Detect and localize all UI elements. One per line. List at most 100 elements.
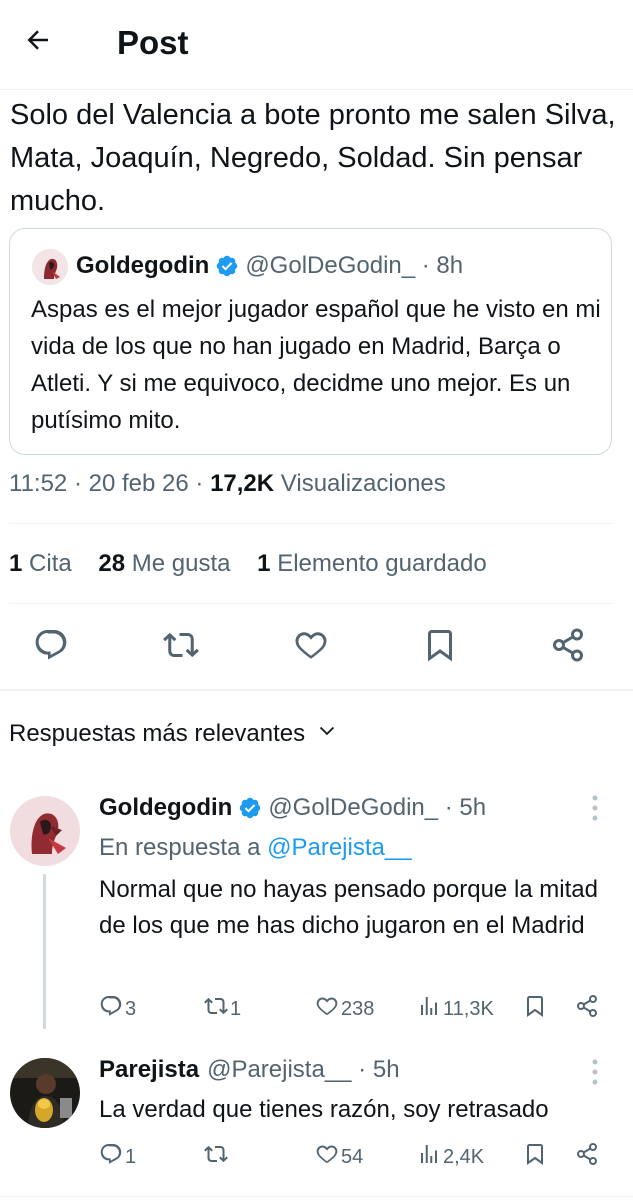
heart-icon <box>315 1142 341 1172</box>
like-button[interactable]: 54 <box>315 1140 363 1174</box>
reply-header: Goldegodin @GolDeGodin_ · 5h <box>99 794 486 822</box>
reply-count: 1 <box>125 1145 137 1168</box>
replying-prefix: En respuesta a <box>99 834 261 861</box>
quoted-text: Aspas es el mejor jugador español que he… <box>31 296 601 434</box>
views-icon <box>417 994 443 1024</box>
retweet-button[interactable]: 1 <box>204 992 241 1026</box>
views-button[interactable]: 2,4K <box>417 1140 484 1174</box>
separator-dot: · <box>195 470 211 497</box>
heart-icon <box>293 627 329 668</box>
avatar[interactable] <box>10 1058 80 1128</box>
share-icon <box>575 1142 601 1172</box>
back-button[interactable] <box>18 22 58 62</box>
reply-button[interactable]: 1 <box>99 1140 136 1174</box>
reply-text: Normal que no hayas pensado porque la mi… <box>99 876 598 939</box>
likes-count: 28 <box>98 550 126 577</box>
divider <box>9 523 612 524</box>
quotes-stat[interactable]: 1 Cita <box>9 550 72 577</box>
share-button[interactable] <box>575 1140 601 1174</box>
replying-to: En respuesta a @Parejista__ <box>99 834 412 862</box>
reply-icon <box>33 627 69 668</box>
reply-count: 3 <box>125 997 137 1020</box>
verified-badge-icon <box>215 254 239 278</box>
bookmark-button[interactable] <box>523 1140 549 1174</box>
quotes-count: 1 <box>9 550 23 577</box>
heart-icon <box>315 994 341 1024</box>
like-button[interactable] <box>289 625 333 669</box>
divider <box>0 1196 633 1197</box>
post-text: Solo del Valencia a bote pronto me salen… <box>10 99 616 217</box>
reply-icon <box>99 994 125 1024</box>
separator-dot: · <box>351 1056 373 1083</box>
post-time[interactable]: 11:52 <box>9 470 67 497</box>
quoted-header: Goldegodin @GolDeGodin_ · 8h <box>76 252 463 280</box>
post-date[interactable]: 20 feb 26 <box>89 470 189 497</box>
bookmark-icon <box>523 994 549 1024</box>
reply-action-bar: 3 1 238 11,3K <box>99 992 619 1026</box>
likes-label: Me gusta <box>131 550 231 577</box>
like-count: 238 <box>341 997 375 1020</box>
reply-time: 5h <box>372 1056 400 1083</box>
reply-item[interactable]: Goldegodin @GolDeGodin_ · 5h En respuest… <box>0 790 633 1030</box>
chevron-down-icon <box>305 720 337 748</box>
like-count: 54 <box>341 1145 364 1168</box>
reply-header: Parejista @Parejista__ · 5h <box>99 1056 400 1084</box>
reply-item[interactable]: Parejista @Parejista__ · 5h La verdad qu… <box>0 1052 633 1182</box>
quoted-time: 8h <box>436 252 464 279</box>
retweet-icon <box>163 627 199 668</box>
more-icon <box>591 794 599 827</box>
mention-link[interactable]: @Parejista__ <box>267 834 411 861</box>
view-count: 11,3K <box>443 997 494 1020</box>
reply-icon <box>99 1142 125 1172</box>
quoted-post[interactable]: Goldegodin @GolDeGodin_ · 8h Aspas es el… <box>9 228 612 455</box>
bookmark-icon <box>523 1142 549 1172</box>
avatar[interactable] <box>10 796 80 866</box>
reply-author-name[interactable]: Parejista <box>99 1056 199 1084</box>
arrow-left-icon <box>23 25 53 60</box>
share-button[interactable] <box>546 625 590 669</box>
post-meta: 11:52 · 20 feb 26 · 17,2K Visualizacione… <box>9 470 446 498</box>
reply-action-bar: 1 54 2,4K <box>99 1140 619 1174</box>
reply-time: 5h <box>459 794 487 821</box>
quoted-author-name[interactable]: Goldegodin <box>76 252 209 280</box>
like-button[interactable]: 238 <box>315 992 374 1026</box>
top-bar: Post <box>0 0 633 90</box>
section-divider <box>0 689 633 691</box>
retweet-button[interactable] <box>159 625 203 669</box>
reply-author-handle[interactable]: @Parejista__ <box>207 1056 351 1084</box>
view-count: 2,4K <box>443 1145 485 1168</box>
retweet-icon <box>204 1142 230 1172</box>
bookmarks-stat[interactable]: 1 Elemento guardado <box>257 550 487 577</box>
retweet-count: 1 <box>230 997 242 1020</box>
separator-dot: · <box>438 794 460 821</box>
reply-button[interactable] <box>29 625 73 669</box>
more-button[interactable] <box>585 1056 605 1092</box>
sort-label: Respuestas más relevantes <box>9 720 306 747</box>
reply-button[interactable]: 3 <box>99 992 136 1026</box>
reply-author-name[interactable]: Goldegodin <box>99 794 232 822</box>
share-icon <box>550 627 586 668</box>
separator-dot: · <box>73 470 89 497</box>
quotes-label: Cita <box>29 550 72 577</box>
replies-sort-dropdown[interactable]: Respuestas más relevantes <box>9 720 337 748</box>
post-stats: 1 Cita 28 Me gusta 1 Elemento guardado <box>9 550 487 578</box>
more-button[interactable] <box>585 792 605 828</box>
views-label: Visualizaciones <box>280 470 446 497</box>
retweet-button[interactable] <box>204 1140 230 1174</box>
views-count: 17,2K <box>210 470 275 497</box>
bookmark-button[interactable] <box>523 992 549 1026</box>
more-icon <box>591 1058 599 1091</box>
likes-stat[interactable]: 28 Me gusta <box>98 550 230 577</box>
page-title: Post <box>117 24 189 61</box>
bookmark-button[interactable] <box>418 625 462 669</box>
divider <box>9 603 612 604</box>
separator-dot: · <box>415 252 437 279</box>
verified-badge-icon <box>238 796 262 820</box>
quoted-author-handle[interactable]: @GolDeGodin_ <box>245 252 415 280</box>
quoted-avatar <box>32 249 68 285</box>
views-button[interactable]: 11,3K <box>417 992 494 1026</box>
thread-line <box>43 874 46 1029</box>
bookmarks-label: Elemento guardado <box>277 550 487 577</box>
reply-author-handle[interactable]: @GolDeGodin_ <box>268 794 438 822</box>
share-button[interactable] <box>575 992 601 1026</box>
